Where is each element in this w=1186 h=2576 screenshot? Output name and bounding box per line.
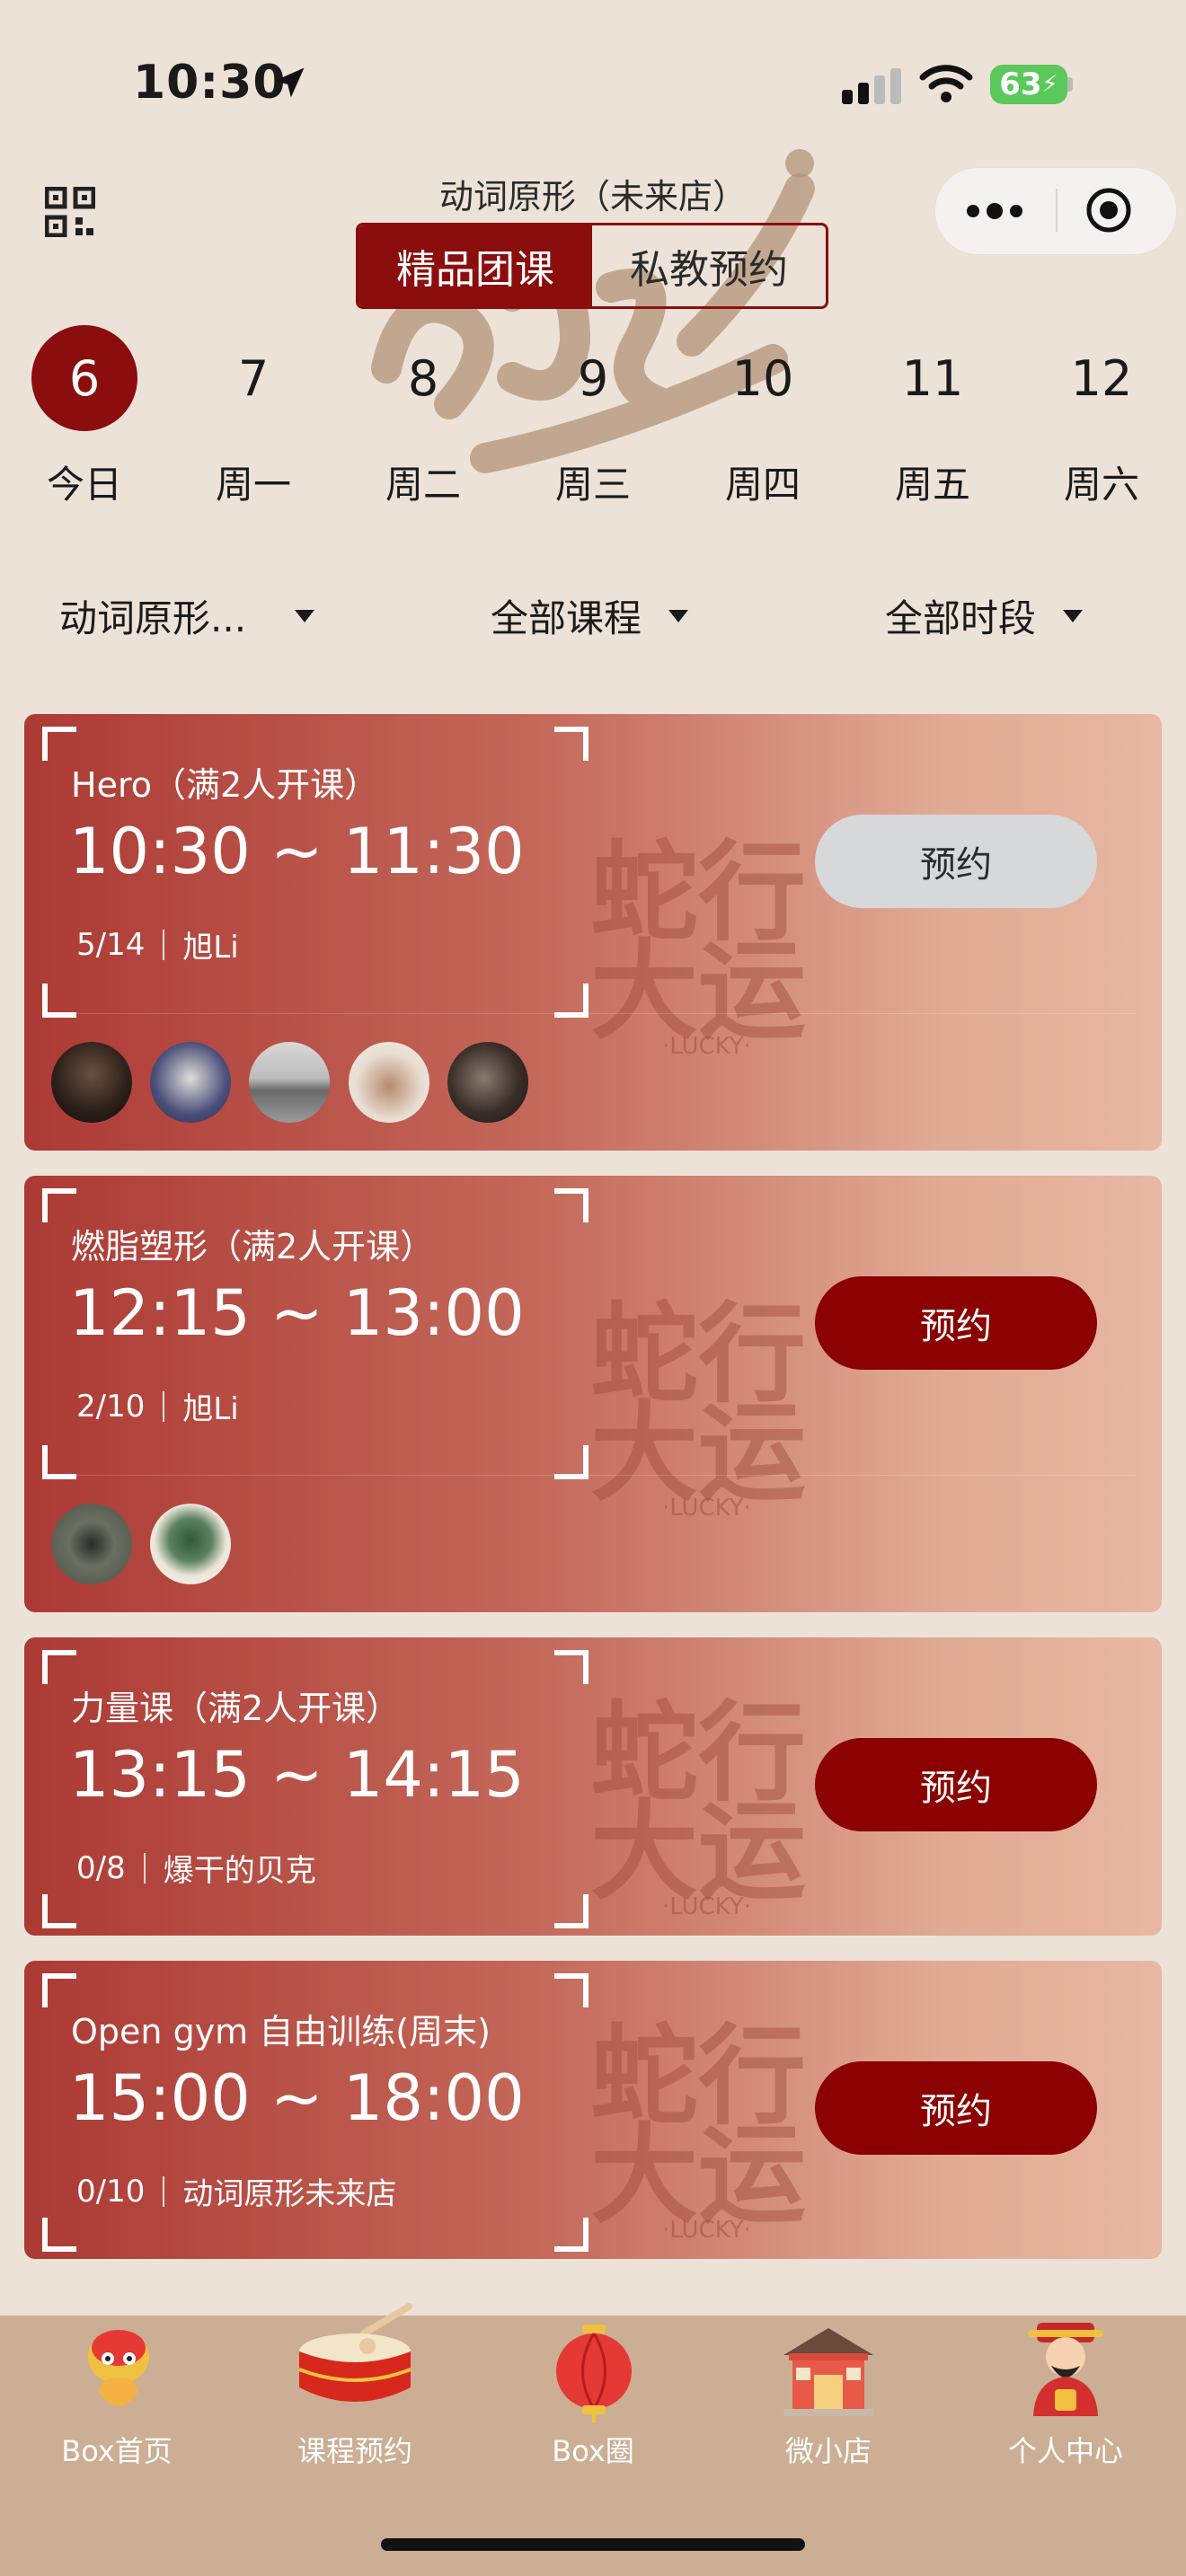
tab-label: 微小店: [784, 2434, 872, 2468]
svg-text:·LUCKY·: ·LUCKY·: [662, 1495, 751, 1517]
booking-count: 0/10: [76, 2173, 146, 2210]
class-meta: 0/8 爆干的贝克: [76, 1846, 316, 1890]
class-meta: 0/10 动词原形未来店: [76, 2169, 396, 2213]
class-name: 燃脂塑形（满2人开课）: [71, 1227, 435, 1266]
weekday-label: 周五: [894, 463, 970, 507]
coach-name: 爆干的贝克: [163, 1853, 316, 1889]
member-avatar[interactable]: [447, 1042, 528, 1123]
capsule-divider: [1056, 189, 1058, 232]
coach-name: 旭Li: [182, 930, 239, 966]
date-item[interactable]: 11 周五: [879, 325, 987, 509]
svg-text:·LUCKY·: ·LUCKY·: [662, 1033, 751, 1055]
member-avatar[interactable]: [349, 1042, 429, 1123]
dropdown-arrow-icon: [295, 609, 315, 622]
date-item[interactable]: 7 周一: [199, 325, 307, 509]
weekday-label: 周六: [1063, 463, 1139, 507]
cellular-signal-icon: [842, 68, 901, 104]
member-avatar[interactable]: [51, 1504, 132, 1584]
class-name: 力量课（满2人开课）: [71, 1689, 401, 1728]
class-name: Open gym 自由训练(周末): [71, 2012, 491, 2051]
class-time: 12:15 ~ 13:00: [69, 1276, 525, 1350]
period-filter-dropdown[interactable]: 全部时段: [885, 588, 1084, 643]
date-item[interactable]: 9 周三: [539, 325, 647, 509]
lucky-snake-watermark: 蛇行 大运 ·LUCKY·: [590, 831, 806, 1055]
close-miniprogram-icon[interactable]: [1085, 187, 1132, 234]
member-avatar[interactable]: [150, 1504, 231, 1584]
dropdown-arrow-icon: [668, 609, 689, 622]
date-number: 9: [577, 349, 609, 407]
tab-label: Box首页: [61, 2434, 173, 2468]
date-item[interactable]: 6 今日: [31, 325, 138, 509]
class-card[interactable]: 蛇行 大运 ·LUCKY· 燃脂塑形（满2人开课） 12:15 ~ 13:00 …: [24, 1176, 1162, 1612]
course-filter-dropdown[interactable]: 全部课程: [491, 588, 689, 643]
weekday-label: 今日: [46, 463, 122, 507]
booking-count: 5/14: [76, 926, 146, 963]
member-avatar[interactable]: [150, 1042, 231, 1123]
battery-nub: [1067, 77, 1073, 92]
tab-label: 个人中心: [1007, 2434, 1123, 2468]
tab-private-coach[interactable]: 私教预约: [592, 225, 826, 306]
tab-label: Box圈: [552, 2434, 634, 2468]
status-time: 10:30: [133, 56, 287, 110]
dropdown-arrow-icon: [1063, 609, 1084, 622]
date-number: 10: [731, 349, 794, 407]
member-avatar[interactable]: [249, 1042, 330, 1123]
book-button[interactable]: 预约: [815, 815, 1097, 908]
coach-name: 旭Li: [182, 1391, 239, 1427]
book-button[interactable]: 预约: [815, 1276, 1097, 1370]
svg-text:·LUCKY·: ·LUCKY·: [662, 2217, 751, 2239]
date-number: 7: [237, 349, 270, 407]
lucky-snake-watermark: 蛇行 大运 ·LUCKY·: [590, 1691, 806, 1916]
date-item[interactable]: 12 周六: [1048, 325, 1155, 509]
date-number: 6: [31, 325, 137, 431]
fortune-god-icon: [1028, 2323, 1103, 2416]
svg-text:·LUCKY·: ·LUCKY·: [662, 1893, 751, 1916]
class-card[interactable]: 蛇行 大运 ·LUCKY· 力量课（满2人开课） 13:15 ~ 14:15 0…: [24, 1637, 1162, 1936]
course-filter-label: 全部课程: [491, 596, 642, 640]
wifi-icon: [919, 65, 973, 102]
booking-count: 2/10: [76, 1388, 146, 1425]
class-time: 10:30 ~ 11:30: [69, 815, 525, 888]
weekday-label: 周一: [215, 463, 291, 507]
class-time: 15:00 ~ 18:00: [69, 2061, 525, 2135]
battery-indicator: 63 ⚡: [990, 65, 1067, 104]
class-meta: 5/14 旭Li: [76, 922, 239, 966]
tab-group-class[interactable]: 精品团课: [358, 225, 592, 306]
store-filter-dropdown[interactable]: 动词原形...: [59, 588, 315, 643]
lantern-icon: [556, 2325, 632, 2423]
date-number: 8: [407, 349, 439, 407]
coach-name: 动词原形未来店: [182, 2176, 397, 2212]
date-number: 11: [901, 349, 964, 407]
period-filter-label: 全部时段: [885, 596, 1037, 640]
drum-icon: [298, 2303, 412, 2402]
shop-icon: [783, 2328, 873, 2416]
member-avatar[interactable]: [51, 1042, 132, 1123]
class-name: Hero（满2人开课）: [71, 765, 379, 805]
class-time: 13:15 ~ 14:15: [69, 1738, 525, 1812]
booking-count: 0/8: [76, 1849, 126, 1886]
lucky-snake-watermark: 蛇行 大运 ·LUCKY·: [590, 2015, 806, 2239]
date-item[interactable]: 10 周四: [709, 325, 817, 509]
date-item[interactable]: 8 周二: [369, 325, 477, 509]
more-icon[interactable]: [966, 203, 1023, 219]
lucky-snake-watermark: 蛇行 大运 ·LUCKY·: [590, 1292, 806, 1517]
lion-dance-icon: [88, 2330, 149, 2406]
booking-type-segmented-control: 精品团课 私教预约: [356, 223, 828, 309]
book-button[interactable]: 预约: [815, 1738, 1097, 1831]
class-card[interactable]: 蛇行 大运 ·LUCKY· Hero（满2人开课） 10:30 ~ 11:30 …: [24, 714, 1162, 1151]
book-button[interactable]: 预约: [815, 2061, 1097, 2155]
class-card[interactable]: 蛇行 大运 ·LUCKY· Open gym 自由训练(周末) 15:00 ~ …: [24, 1961, 1162, 2259]
weekday-label: 周三: [554, 463, 631, 507]
weekday-label: 周四: [724, 463, 801, 507]
home-indicator: [381, 2538, 805, 2551]
store-filter-label: 动词原形...: [59, 596, 247, 640]
tab-label: 课程预约: [296, 2434, 412, 2468]
location-arrow-icon: [274, 67, 305, 98]
class-meta: 2/10 旭Li: [76, 1384, 239, 1428]
weekday-label: 周二: [385, 463, 461, 507]
date-number: 12: [1070, 349, 1133, 407]
